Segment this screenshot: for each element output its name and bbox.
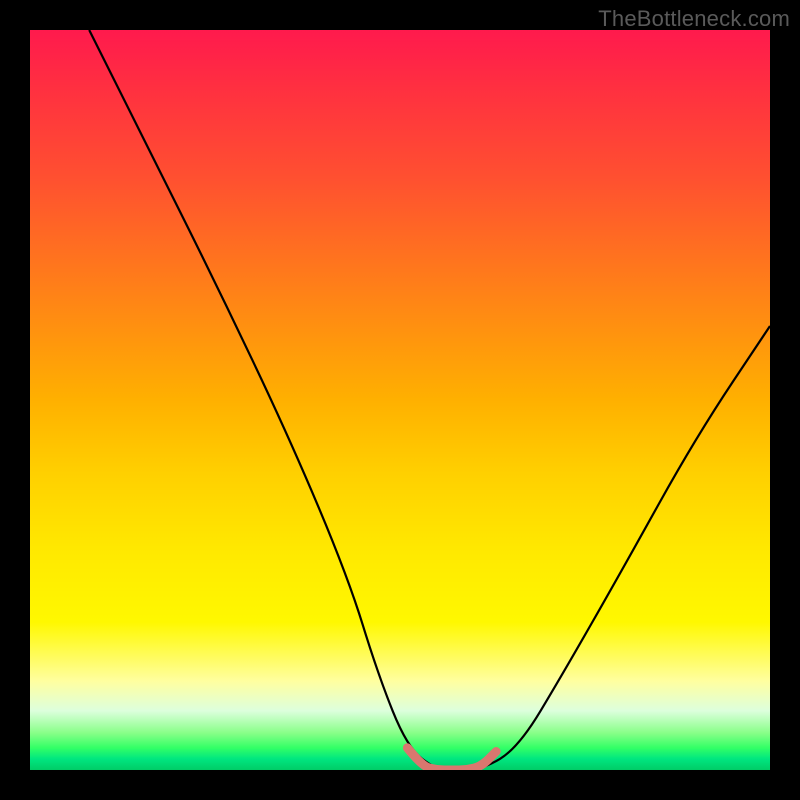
bottleneck-curve [89, 30, 770, 770]
chart-svg [30, 30, 770, 770]
plot-area [30, 30, 770, 770]
watermark-text: TheBottleneck.com [598, 6, 790, 32]
highlight-band [407, 748, 496, 770]
chart-container: TheBottleneck.com [0, 0, 800, 800]
